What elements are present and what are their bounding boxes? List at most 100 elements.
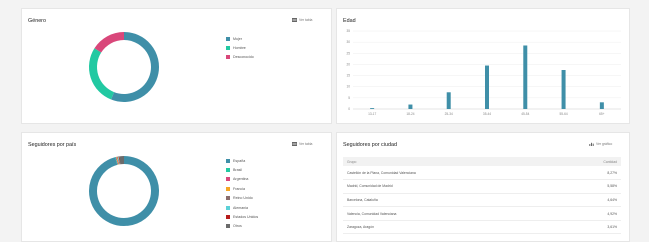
city-name-cell: Zaragoza, Aragón [343, 220, 560, 235]
column-header: Grupo [343, 157, 560, 166]
y-tick-label: 15 [346, 74, 350, 78]
x-tick-label: 65+ [599, 112, 605, 116]
table-row: Barcelona, Cataluña 4,64% [343, 193, 621, 208]
legend-label: Alemania [233, 205, 248, 210]
table-row: Madrid, Comunidad de Madrid 5,58% [343, 179, 621, 194]
legend-label: Desconocido [233, 55, 254, 60]
city-table: Grupo Cantidad Castellón de la Plana, Co… [343, 157, 621, 235]
city-name-cell: Castellón de la Plana, Comunidad Valenci… [343, 166, 560, 181]
gender-table-button[interactable]: Ver tabla [292, 18, 312, 22]
donut-slice[interactable] [89, 48, 115, 100]
bar[interactable] [446, 92, 451, 109]
age-bar-chart: 0 5 10 15 20 25 30 35 13-17 18-24 25-34 35-44 45-54 5… [346, 29, 621, 116]
city-title: Seguidores por ciudad [343, 142, 397, 148]
bar[interactable] [485, 65, 489, 109]
y-tick-label: 20 [346, 62, 350, 66]
gender-panel: Género Ver tabla Mujer Hombre Desconocido [21, 8, 332, 124]
city-graph-button-label: Ver gráfico [596, 142, 613, 146]
legend-swatch [226, 215, 230, 220]
x-tick-label: 13-17 [368, 112, 376, 116]
legend-label: Brasil [233, 168, 242, 173]
gender-title: Género [28, 18, 46, 24]
city-name-cell: Barcelona, Cataluña [343, 193, 560, 208]
city-name-cell: Valencia, Comunidad Valenciana [343, 206, 560, 221]
country-table-button-label: Ver tabla [299, 142, 313, 146]
city-table-header: Grupo Cantidad [343, 157, 621, 166]
x-tick-label: 25-34 [445, 112, 453, 116]
legend-label: Reino Unido [233, 196, 253, 201]
gender-table-button-label: Ver tabla [299, 18, 313, 22]
legend-item[interactable]: Argentina [226, 175, 258, 184]
table-icon [292, 142, 297, 146]
donut-slice[interactable] [89, 156, 159, 226]
legend-swatch [226, 205, 230, 210]
y-tick-label: 35 [346, 29, 350, 33]
legend-swatch [226, 168, 230, 173]
column-header: Cantidad [559, 157, 621, 166]
country-title: Seguidores por país [28, 142, 77, 148]
country-legend: España Brasil Argentina Francia Reino Unido A… [226, 156, 258, 231]
y-tick-label: 5 [348, 96, 350, 100]
city-share-cell: 4,64% [559, 193, 621, 208]
x-tick-label: 45-54 [521, 112, 529, 116]
legend-item[interactable]: Estados Unidos [226, 212, 258, 221]
legend-item[interactable]: Alemania [226, 203, 258, 212]
table-row: Castellón de la Plana, Comunidad Valenci… [343, 166, 621, 181]
chart-icon [589, 142, 594, 146]
legend-swatch [226, 196, 230, 201]
country-donut-chart [89, 156, 159, 226]
legend-swatch [226, 186, 230, 191]
city-share-cell: 8,27% [559, 166, 621, 181]
y-tick-label: 30 [346, 40, 350, 44]
legend-label: Mujer [233, 36, 242, 41]
x-tick-label: 55-64 [559, 112, 567, 116]
gender-donut-chart [89, 32, 159, 102]
table-icon [292, 18, 297, 22]
bar[interactable] [561, 70, 566, 109]
country-panel: Seguidores por país Ver tabla España Bras… [21, 132, 332, 242]
legend-item[interactable]: Desconocido [226, 53, 254, 62]
table-row: Zaragoza, Aragón 3,61% [343, 220, 621, 235]
bar[interactable] [408, 104, 413, 109]
country-table-button[interactable]: Ver tabla [292, 142, 312, 146]
legend-label: Otros [233, 224, 242, 229]
y-tick-label: 10 [346, 85, 350, 89]
y-tick-label: 25 [346, 51, 350, 55]
gender-legend: Mujer Hombre Desconocido [226, 34, 254, 62]
legend-swatch [226, 36, 230, 41]
legend-swatch [226, 158, 230, 163]
x-tick-label: 35-44 [483, 112, 491, 116]
legend-label: Francia [233, 186, 245, 191]
legend-item[interactable]: Reino Unido [226, 194, 258, 203]
city-graph-button[interactable]: Ver gráfico [589, 142, 612, 146]
legend-item[interactable]: Otros [226, 222, 258, 231]
city-share-cell: 5,58% [559, 179, 621, 194]
legend-item[interactable]: Francia [226, 184, 258, 193]
x-tick-label: 18-24 [406, 112, 414, 116]
legend-swatch [226, 224, 230, 229]
bar[interactable] [523, 45, 528, 109]
legend-label: Hombre [233, 46, 246, 51]
age-title: Edad [343, 18, 356, 24]
age-panel: Edad 0 5 10 15 20 25 30 35 13-17 18-24 25-34 35-44 4… [336, 8, 630, 124]
city-panel: Seguidores por ciudad Ver gráfico Grupo … [336, 132, 630, 242]
legend-swatch [226, 177, 230, 182]
city-share-cell: 3,61% [559, 220, 621, 235]
legend-swatch [226, 46, 230, 51]
legend-item[interactable]: España [226, 156, 258, 165]
legend-label: España [233, 158, 246, 163]
legend-swatch [226, 55, 230, 60]
bar[interactable] [370, 108, 375, 109]
legend-item[interactable]: Hombre [226, 43, 254, 52]
bar[interactable] [599, 102, 604, 109]
donut-slice[interactable] [94, 32, 125, 53]
donut-slice[interactable] [111, 32, 159, 102]
legend-item[interactable]: Mujer [226, 34, 254, 43]
city-name-cell: Madrid, Comunidad de Madrid [343, 179, 560, 194]
table-row: Valencia, Comunidad Valenciana 4,92% [343, 206, 621, 221]
y-tick-label: 0 [348, 107, 350, 111]
legend-label: Argentina [233, 177, 249, 182]
legend-item[interactable]: Brasil [226, 165, 258, 174]
legend-label: Estados Unidos [233, 215, 259, 220]
city-share-cell: 4,92% [559, 206, 621, 221]
